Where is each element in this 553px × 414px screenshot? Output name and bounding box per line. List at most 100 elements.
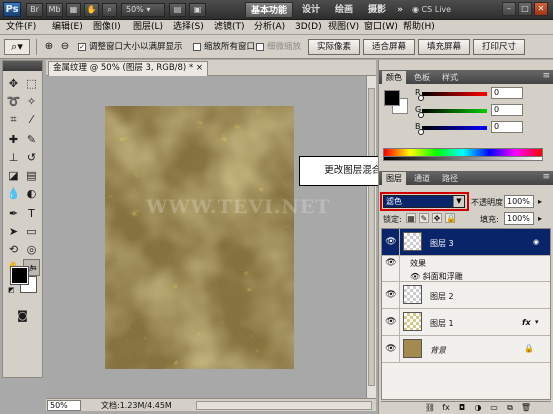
type-tool-icon[interactable]: T: [23, 205, 40, 222]
crop-tool-icon[interactable]: ⌗: [5, 111, 22, 128]
menu-edit[interactable]: 编辑(E): [50, 21, 85, 34]
menu-3d[interactable]: 3D(D): [293, 21, 324, 34]
zoom-out-icon[interactable]: ⊖: [58, 40, 72, 54]
zoom-tool-button[interactable]: ⌕: [102, 3, 117, 17]
minimize-icon[interactable]: –: [502, 2, 516, 16]
zoom-in-icon[interactable]: ⊕: [42, 40, 56, 54]
expand-effects-icon[interactable]: ▾: [535, 318, 539, 326]
delete-layer-icon[interactable]: 🗑: [519, 402, 533, 414]
tool-preset-picker[interactable]: ⌕▾: [4, 39, 30, 55]
view-extras-button[interactable]: ▦: [66, 3, 81, 17]
color-foreground-swatch[interactable]: [384, 90, 400, 106]
tab-color[interactable]: 颜色: [382, 71, 406, 84]
3d-orbit-tool-icon[interactable]: ◎: [23, 241, 40, 258]
gradient-tool-icon[interactable]: ▤: [23, 167, 40, 184]
document-size-info[interactable]: 文档:1.23M/4.45M: [101, 400, 172, 411]
layer-row-layer1[interactable]: 👁 图层 1 fx ▾: [382, 309, 550, 336]
eye-icon[interactable]: 👁: [385, 236, 397, 248]
brush-tool-icon[interactable]: ✎: [23, 131, 40, 148]
healing-brush-tool-icon[interactable]: ✚: [5, 131, 22, 148]
blue-value-field[interactable]: 0: [491, 121, 523, 133]
screen-mode-button[interactable]: ▣: [189, 3, 206, 17]
red-slider-track[interactable]: [422, 92, 487, 96]
bevel-eye-icon[interactable]: 👁: [410, 272, 420, 281]
green-value-field[interactable]: 0: [491, 104, 523, 116]
layer-row-background[interactable]: 👁 背景 🔒: [382, 336, 550, 363]
lock-transparency-icon[interactable]: ▦: [406, 213, 416, 223]
tab-paths[interactable]: 路径: [438, 172, 462, 185]
document-tab[interactable]: 金属纹理 @ 50% (图层 3, RGB/8) * ×: [48, 61, 208, 76]
layer3-effects-icon[interactable]: ◉: [533, 238, 539, 246]
eye-icon[interactable]: 👁: [385, 343, 397, 355]
effects-eye-icon[interactable]: 👁: [385, 257, 397, 269]
background-name[interactable]: 背景: [430, 345, 446, 356]
dodge-tool-icon[interactable]: ◐: [23, 185, 40, 202]
mini-bridge-button[interactable]: Mb: [46, 3, 63, 17]
workspace-essentials[interactable]: 基本功能: [245, 2, 293, 18]
menu-view[interactable]: 视图(V): [326, 21, 361, 34]
quick-mask-icon[interactable]: ◙: [14, 307, 31, 324]
horizontal-scrollbar[interactable]: [196, 401, 372, 410]
vertical-scrollbar[interactable]: [366, 76, 376, 398]
vertical-scroll-thumb[interactable]: [368, 88, 375, 386]
fill-field[interactable]: 100%: [504, 212, 534, 225]
menu-window[interactable]: 窗口(W): [362, 21, 400, 34]
tab-swatches[interactable]: 色板: [410, 71, 434, 84]
clone-stamp-tool-icon[interactable]: ⊥: [5, 149, 22, 166]
print-size-button[interactable]: 打印尺寸: [473, 39, 525, 55]
opacity-arrow-icon[interactable]: ▸: [535, 195, 545, 208]
bridge-button[interactable]: Br: [26, 3, 43, 17]
lock-position-icon[interactable]: ✥: [432, 213, 442, 223]
green-slider-track[interactable]: [422, 109, 487, 113]
workspace-photography[interactable]: 摄影: [362, 2, 392, 18]
layers-panel-menu-icon[interactable]: ≡: [542, 172, 550, 182]
blue-slider-track[interactable]: [422, 126, 487, 130]
color-spectrum-bar[interactable]: [383, 148, 543, 157]
tab-layers[interactable]: 图层: [382, 172, 406, 185]
new-layer-icon[interactable]: ⧉: [503, 402, 517, 414]
menu-filter[interactable]: 滤镜(T): [212, 21, 247, 34]
marquee-tool-icon[interactable]: ⬚: [23, 75, 40, 92]
arrange-documents-button[interactable]: ▤: [169, 3, 186, 17]
zoom-level-dropdown[interactable]: 50% ▾: [121, 3, 165, 17]
fx-icon[interactable]: fx: [522, 318, 531, 327]
actual-pixels-button[interactable]: 实际像素: [308, 39, 360, 55]
opacity-field[interactable]: 100%: [504, 195, 534, 208]
close-icon[interactable]: ✕: [534, 2, 548, 16]
layer3-name[interactable]: 图层 3: [430, 238, 454, 249]
lock-pixels-icon[interactable]: ✎: [419, 213, 429, 223]
layer-row-layer2[interactable]: 👁 图层 2: [382, 282, 550, 309]
add-mask-icon[interactable]: ◘: [455, 402, 469, 414]
scrubby-zoom-checkbox[interactable]: [256, 43, 264, 51]
shape-tool-icon[interactable]: ▭: [23, 223, 40, 240]
3d-rotate-tool-icon[interactable]: ⟲: [5, 241, 22, 258]
lasso-tool-icon[interactable]: ➰: [5, 93, 22, 110]
workspace-design[interactable]: 设计: [296, 2, 326, 18]
maximize-icon[interactable]: □: [518, 2, 532, 16]
history-brush-tool-icon[interactable]: ↺: [23, 149, 40, 166]
quick-selection-tool-icon[interactable]: ✧: [23, 93, 40, 110]
link-layers-icon[interactable]: ⛓: [423, 402, 437, 414]
canvas-area[interactable]: WWW.TEVI.NET: [46, 76, 366, 398]
menu-image[interactable]: 图像(I): [91, 21, 123, 34]
hand-tool-button[interactable]: ✋: [84, 3, 99, 17]
menu-select[interactable]: 选择(S): [171, 21, 206, 34]
toolbox-header[interactable]: [3, 61, 42, 71]
tab-channels[interactable]: 通道: [410, 172, 434, 185]
more-workspaces-icon[interactable]: »: [394, 2, 406, 18]
menu-file[interactable]: 文件(F): [4, 21, 38, 34]
panel-menu-icon[interactable]: ≡: [542, 71, 550, 81]
menu-help[interactable]: 帮助(H): [401, 21, 437, 34]
status-zoom-field[interactable]: 50%: [47, 400, 81, 411]
default-colors-icon[interactable]: ◩: [8, 286, 15, 294]
red-value-field[interactable]: 0: [491, 87, 523, 99]
add-style-icon[interactable]: fx: [439, 402, 453, 414]
adjustment-layer-icon[interactable]: ◑: [471, 402, 485, 414]
foreground-color-swatch[interactable]: [10, 266, 29, 285]
swap-colors-icon[interactable]: ⇆: [30, 263, 37, 272]
fill-arrow-icon[interactable]: ▸: [535, 212, 545, 225]
cs-live-button[interactable]: ◉ CS Live: [412, 2, 472, 18]
layer-row-layer3[interactable]: 👁 图层 3 ◉: [382, 229, 550, 256]
close-document-icon[interactable]: ×: [196, 63, 203, 73]
lock-all-icon[interactable]: 🔒: [445, 213, 456, 223]
